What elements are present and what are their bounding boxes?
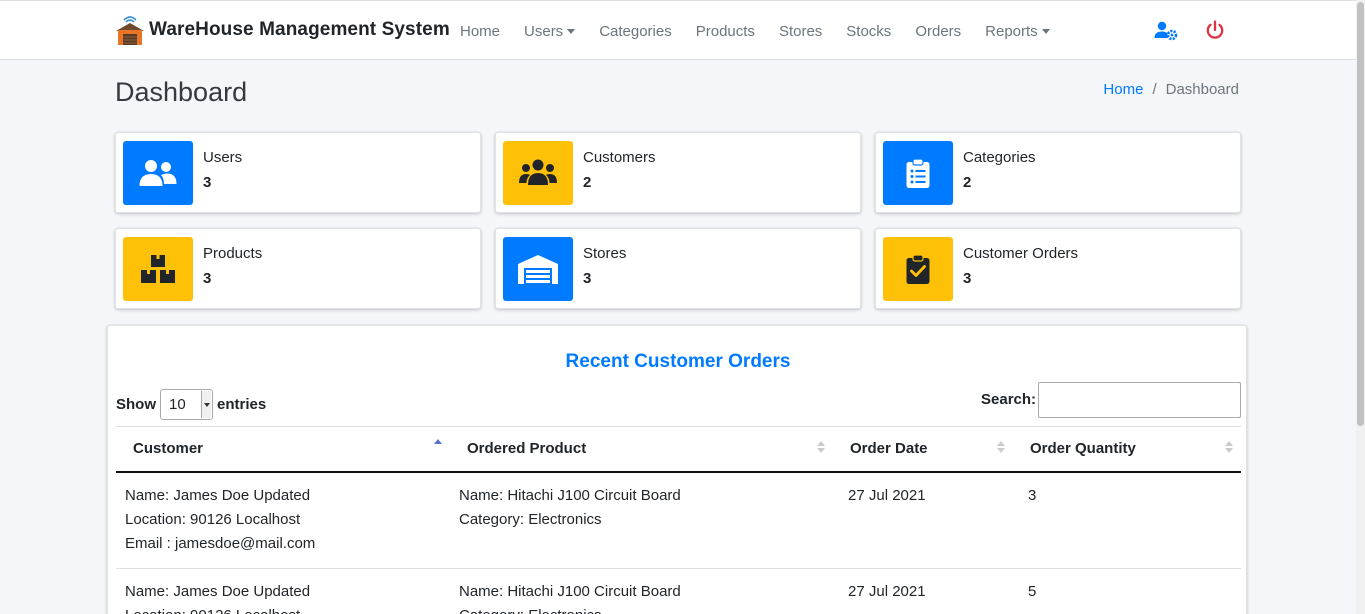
nav-label: Home [460, 22, 501, 40]
entries-select[interactable]: 10 [160, 389, 213, 420]
info-box-customers: Customers 2 [495, 132, 861, 213]
nav-label: Stores [778, 22, 823, 40]
customer-cell: Name: James Doe Updated Location: 90126 … [116, 471, 450, 569]
info-box-label: Stores [583, 245, 627, 262]
info-box-stores: Stores 3 [495, 228, 861, 309]
info-box-users: Users 3 [115, 132, 481, 213]
entries-length-control: Show 10 entries [116, 389, 266, 420]
caret-down-icon [567, 29, 576, 34]
entries-label: entries [217, 396, 267, 413]
customer-location: Location: 90126 Localhost [125, 510, 301, 528]
warehouse-icon [503, 237, 573, 301]
boxes-icon [123, 237, 193, 301]
breadcrumb: Home / Dashboard [1103, 81, 1239, 98]
info-box-label: Users [203, 149, 243, 166]
info-box-label: Customer Orders [963, 245, 1079, 262]
nav-item-products[interactable]: Products [684, 23, 767, 40]
orders-table: Customer Ordered Product Order Date Orde… [116, 426, 1241, 614]
power-icon[interactable] [1204, 20, 1228, 42]
column-header-ordered-product[interactable]: Ordered Product [450, 426, 833, 473]
nav-item-users[interactable]: Users [512, 23, 587, 40]
info-box-categories: Categories 2 [875, 132, 1241, 213]
info-box-value: 3 [203, 270, 212, 287]
order-date-cell: 27 Jul 2021 [833, 471, 1013, 569]
column-header-customer[interactable]: Customer [116, 426, 450, 473]
search-input[interactable] [1038, 382, 1241, 418]
nav-label: Categories [599, 22, 672, 40]
nav-item-home[interactable]: Home [448, 23, 512, 40]
product-cell: Name: Hitachi J100 Circuit Board Categor… [450, 471, 833, 569]
customer-location: Location: 90126 Localhost [125, 604, 441, 614]
search-label: Search: [981, 391, 1037, 408]
users-icon [123, 141, 193, 205]
nav-item-categories[interactable]: Categories [587, 23, 684, 40]
nav-item-stocks[interactable]: Stocks [834, 23, 903, 40]
order-quantity-cell: 3 [1013, 471, 1241, 569]
scrollbar-thumb[interactable] [1357, 2, 1364, 426]
user-settings-icon[interactable] [1154, 20, 1178, 42]
product-category: Category: Electronics [459, 510, 602, 528]
table-header-row: Customer Ordered Product Order Date Orde… [116, 426, 1241, 473]
main-nav: Home Users Categories Products Stores St… [448, 1, 1062, 61]
customer-email: Email : jamesdoe@mail.com [125, 534, 316, 552]
page-title: Dashboard [115, 77, 248, 107]
breadcrumb-current: Dashboard [1165, 81, 1239, 98]
column-header-label: Customer [133, 440, 204, 458]
info-box-label: Customers [583, 149, 656, 166]
info-box-label: Products [203, 245, 263, 262]
nav-label: Products [695, 22, 755, 40]
info-box-value: 3 [583, 270, 592, 287]
order-date-cell: 27 Jul 2021 [833, 568, 1013, 614]
info-box-value: 2 [583, 174, 592, 191]
entries-select-value: 10 [169, 396, 186, 413]
page-scrollbar[interactable] [1356, 0, 1365, 614]
column-header-label: Order Quantity [1030, 440, 1136, 458]
sort-ascending-icon [434, 439, 442, 444]
table-row: Name: James Doe Updated Location: 90126 … [116, 471, 1241, 569]
clipboard-check-icon [883, 237, 953, 301]
sort-icon [997, 441, 1005, 453]
caret-down-icon [1041, 29, 1050, 34]
info-box-products: Products 3 [115, 228, 481, 309]
column-header-order-date[interactable]: Order Date [833, 426, 1013, 473]
brand[interactable]: WareHouse Management System [115, 14, 450, 46]
table-row: Name: James Doe Updated Location: 90126 … [116, 568, 1241, 614]
customers-icon [503, 141, 573, 205]
nav-item-stores[interactable]: Stores [767, 23, 834, 40]
info-box-value: 3 [203, 174, 212, 191]
product-category: Category: Electronics [459, 604, 824, 614]
breadcrumb-separator: / [1152, 81, 1157, 98]
customer-cell: Name: James Doe Updated Location: 90126 … [116, 568, 450, 614]
info-box-label: Categories [963, 149, 1036, 166]
column-header-label: Ordered Product [467, 440, 587, 458]
product-cell: Name: Hitachi J100 Circuit Board Categor… [450, 568, 833, 614]
top-navbar: WareHouse Management System Home Users C… [0, 0, 1356, 60]
customer-name: Name: James Doe Updated [125, 486, 311, 504]
nav-label: Orders [915, 22, 962, 40]
nav-label: Stocks [846, 22, 892, 40]
breadcrumb-home-link[interactable]: Home [1103, 81, 1143, 98]
product-name: Name: Hitachi J100 Circuit Board [459, 486, 681, 504]
product-name: Name: Hitachi J100 Circuit Board [459, 582, 681, 600]
order-quantity-cell: 5 [1013, 568, 1241, 614]
nav-item-orders[interactable]: Orders [903, 23, 973, 40]
sort-icon [1225, 441, 1233, 453]
show-label: Show [116, 396, 156, 413]
sort-icon [817, 441, 825, 453]
nav-item-reports[interactable]: Reports [973, 23, 1062, 40]
info-box-value: 2 [963, 174, 972, 191]
nav-label: Reports [985, 22, 1038, 40]
info-box-customer-orders: Customer Orders 3 [875, 228, 1241, 309]
recent-orders-card: Recent Customer Orders Show 10 entries S… [107, 325, 1247, 614]
card-title: Recent Customer Orders [565, 351, 791, 372]
column-header-order-quantity[interactable]: Order Quantity [1013, 426, 1241, 473]
select-arrow-icon [201, 391, 211, 418]
brand-title: WareHouse Management System [149, 19, 450, 40]
info-box-value: 3 [963, 270, 972, 287]
clipboard-list-icon [883, 141, 953, 205]
column-header-label: Order Date [850, 440, 928, 458]
warehouse-logo-icon [115, 14, 145, 46]
nav-label: Users [524, 22, 564, 40]
customer-name: Name: James Doe Updated [125, 582, 311, 600]
